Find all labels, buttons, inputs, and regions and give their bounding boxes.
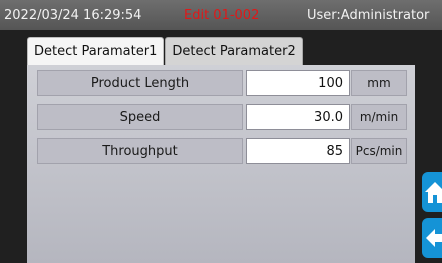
datetime-display: 2022/03/24 16:29:54: [4, 7, 142, 23]
parameter-unit: Pcs/min: [351, 138, 407, 164]
parameter-unit: mm: [351, 70, 407, 96]
back-arrow-icon: [426, 229, 442, 247]
parameter-label: Product Length: [37, 70, 243, 96]
throughput-input[interactable]: 85: [246, 138, 350, 164]
tab-detect-parameter-2[interactable]: Detect Paramater2: [165, 37, 303, 65]
tab-detect-parameter-1[interactable]: Detect Paramater1: [27, 37, 165, 65]
home-icon: [425, 182, 442, 203]
parameter-label: Throughput: [37, 138, 243, 164]
speed-input[interactable]: 30.0: [246, 104, 350, 130]
product-length-input[interactable]: 100: [246, 70, 350, 96]
parameter-label: Speed: [37, 104, 243, 130]
edit-status-indicator: Edit 01-002: [184, 7, 260, 23]
back-button[interactable]: [422, 218, 442, 258]
parameter-tabs: Detect Paramater1 Detect Paramater2: [27, 37, 303, 65]
status-bar: 2022/03/24 16:29:54 Edit 01-002 User:Adm…: [0, 0, 442, 30]
home-button[interactable]: [422, 172, 442, 212]
current-user-display: User:Administrator: [307, 7, 430, 23]
parameter-panel: Product Length 100 mm Speed 30.0 m/min T…: [27, 65, 415, 263]
parameter-unit: m/min: [351, 104, 407, 130]
